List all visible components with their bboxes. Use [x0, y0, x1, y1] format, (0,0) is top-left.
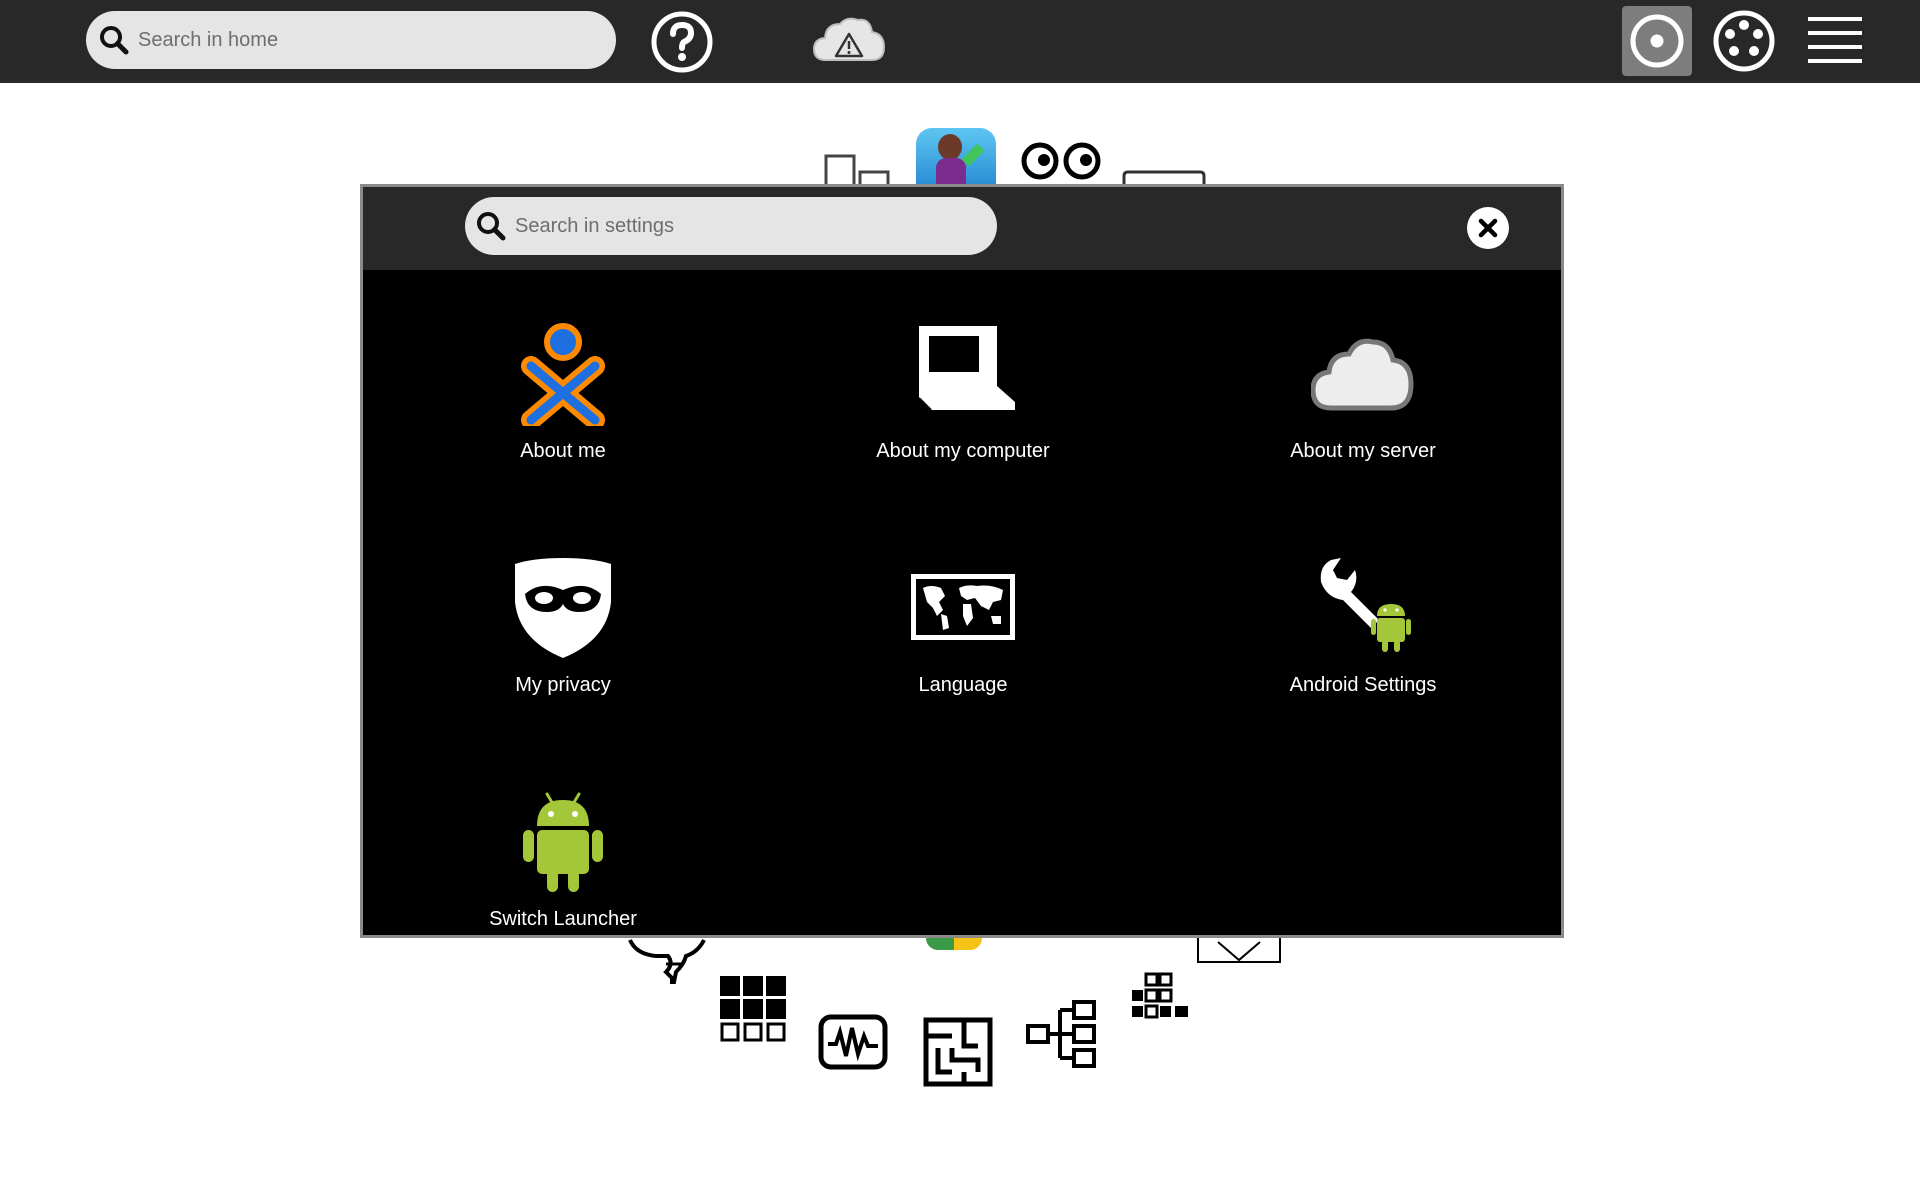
blocks-activity-icon[interactable] [1128, 972, 1192, 1020]
download-activity-icon[interactable] [1196, 938, 1282, 964]
settings-item-label: About me [520, 440, 606, 462]
character-body [936, 158, 966, 184]
measure-activity-icon[interactable] [818, 1014, 888, 1070]
settings-search-bar[interactable] [465, 197, 997, 255]
settings-header [363, 187, 1561, 270]
cloud-icon [1311, 338, 1414, 411]
settings-item-about-me[interactable]: About me [363, 322, 763, 522]
search-icon [100, 26, 129, 55]
game-activity-icon[interactable] [916, 128, 996, 184]
xo-person-icon [521, 323, 605, 426]
settings-item-android-settings[interactable]: Android Settings [1163, 556, 1563, 756]
settings-item-label: My privacy [515, 674, 611, 696]
laptop-icon [918, 326, 1015, 411]
search-icon [477, 212, 506, 241]
settings-item-label: About my server [1290, 440, 1436, 462]
settings-item-label: About my computer [876, 440, 1050, 462]
devices-activity-icon[interactable] [824, 154, 890, 188]
flowchart-activity-icon[interactable] [1026, 998, 1098, 1070]
settings-item-about-my-computer[interactable]: About my computer [763, 322, 1163, 522]
settings-grid: About me About my computer About my serv… [363, 270, 1561, 935]
maze-activity-icon[interactable] [922, 1016, 994, 1088]
eyes-activity-icon[interactable] [1020, 140, 1104, 182]
settings-search-input[interactable] [513, 213, 997, 239]
cloud-warning-icon[interactable] [812, 14, 886, 66]
home-search-bar[interactable] [86, 11, 616, 69]
privacy-mask-icon [515, 558, 611, 658]
character-head [938, 134, 962, 160]
settings-item-label: Language [918, 674, 1008, 696]
home-view-button[interactable] [1622, 6, 1692, 76]
settings-item-label: Android Settings [1289, 674, 1437, 696]
settings-item-label: Switch Launcher [489, 908, 637, 930]
chrome-yellow-segment [954, 938, 982, 950]
settings-item-switch-launcher[interactable]: Switch Launcher [363, 790, 763, 990]
settings-dialog: About me About my computer About my serv… [360, 184, 1564, 938]
android-icon [523, 792, 603, 892]
settings-item-my-privacy[interactable]: My privacy [363, 556, 763, 756]
home-search-input[interactable] [136, 27, 616, 53]
close-icon [1478, 218, 1498, 238]
top-toolbar [0, 0, 1920, 83]
settings-item-language[interactable]: Language [763, 556, 1163, 756]
home-view-icon [1630, 14, 1684, 68]
chrome-activity-icon[interactable] [926, 938, 982, 950]
world-map-icon [911, 574, 1015, 640]
settings-item-about-my-server[interactable]: About my server [1163, 322, 1563, 522]
list-view-icon[interactable] [1806, 15, 1864, 65]
help-icon[interactable] [650, 10, 714, 74]
chrome-green-segment [926, 938, 954, 950]
android-mini-icon [1371, 604, 1411, 652]
neighborhood-view-icon[interactable] [1712, 9, 1776, 73]
close-settings-button[interactable] [1467, 207, 1509, 249]
gem-icon [961, 143, 985, 167]
wrench-android-icon [1320, 558, 1411, 652]
